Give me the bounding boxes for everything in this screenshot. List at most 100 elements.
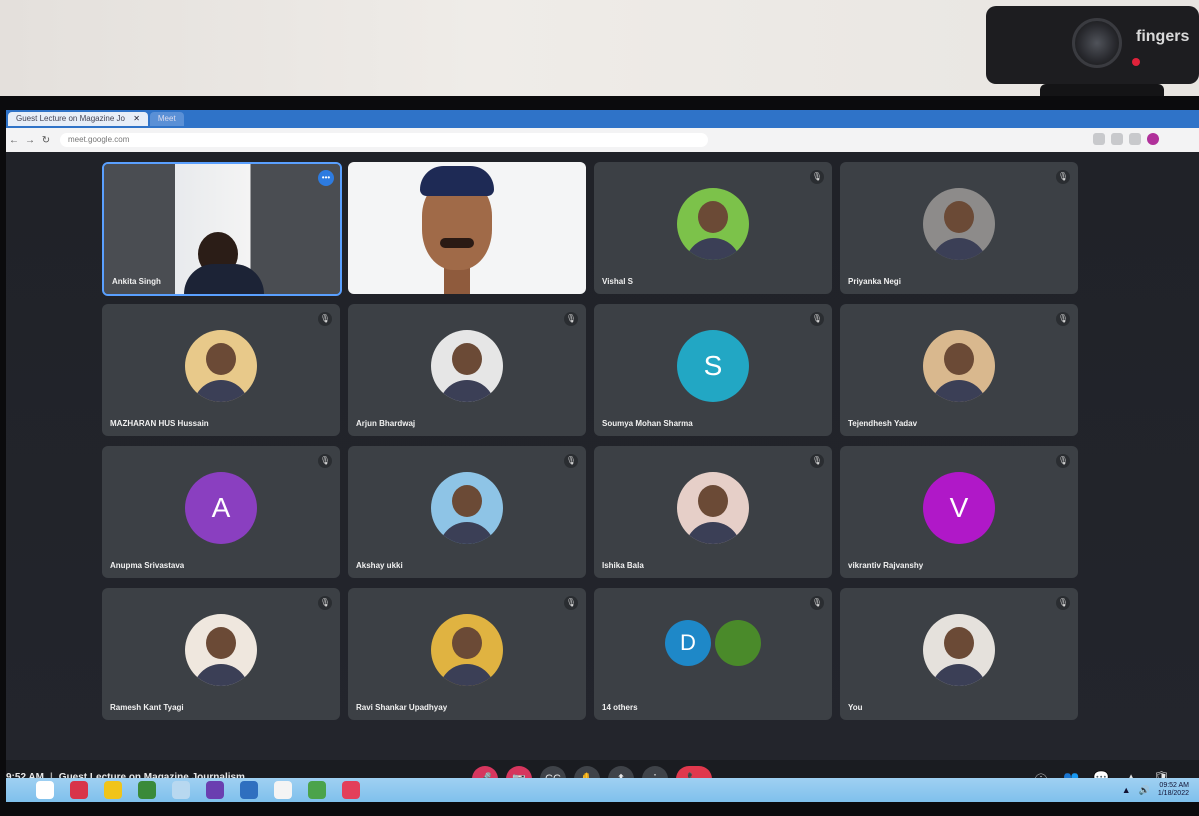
avatar-photo-head xyxy=(206,342,236,375)
avatar xyxy=(431,472,503,544)
mic-muted-icon: 🎙 xyxy=(318,596,332,610)
avatar-photo-body xyxy=(931,238,987,260)
windows-taskbar: ▲ 🔊 09:52 AM 1/18/2022 xyxy=(6,778,1199,802)
participant-tile[interactable] xyxy=(348,162,586,294)
url-field[interactable]: meet.google.com xyxy=(60,133,708,147)
mic-muted-icon: 🎙 xyxy=(810,454,824,468)
participant-name: Ravi Shankar Upadhyay xyxy=(356,703,448,712)
profile-avatar-icon[interactable] xyxy=(1147,133,1159,145)
participant-tile[interactable]: D 🎙 14 others xyxy=(594,588,832,720)
participant-tile[interactable]: V 🎙 vikrantiv Rajvanshy xyxy=(840,446,1078,578)
participant-name: Arjun Bhardwaj xyxy=(356,419,416,428)
participant-tile[interactable]: 🎙 Ravi Shankar Upadhyay xyxy=(348,588,586,720)
tab-label: Meet xyxy=(157,114,176,123)
participant-name: Akshay ukki xyxy=(356,561,403,570)
back-icon[interactable]: ← xyxy=(6,135,22,146)
volume-icon[interactable]: 🔊 xyxy=(1139,785,1150,796)
chrome-icon[interactable] xyxy=(138,781,156,799)
app-icon[interactable] xyxy=(308,781,326,799)
participant-tile[interactable]: 🎙 MAZHARAN HUS Hussain xyxy=(102,304,340,436)
avatar-photo-head xyxy=(944,342,974,375)
participant-name: MAZHARAN HUS Hussain xyxy=(110,419,209,428)
browser-tab-meeting[interactable]: Guest Lecture on Magazine Jo ✕ xyxy=(8,112,148,126)
avatar xyxy=(923,330,995,402)
app-icon[interactable] xyxy=(172,781,190,799)
participant-name: vikrantiv Rajvanshy xyxy=(848,561,924,570)
mic-muted-icon: 🎙 xyxy=(1056,170,1070,184)
browser-tab-meet[interactable]: Meet xyxy=(149,112,184,126)
mic-muted-icon: 🎙 xyxy=(810,170,824,184)
avatar: V xyxy=(923,472,995,544)
avatar-photo-head xyxy=(452,342,482,375)
mic-muted-icon: 🎙 xyxy=(1056,312,1070,326)
system-tray: ▲ 🔊 09:52 AM 1/18/2022 xyxy=(1122,782,1189,798)
avatar-photo-body xyxy=(193,664,249,686)
avatar xyxy=(923,188,995,260)
participant-tile[interactable]: 🎙 Priyanka Negi xyxy=(840,162,1078,294)
avatar-photo-body xyxy=(685,522,741,544)
app-icon[interactable] xyxy=(274,781,292,799)
participant-name: Ramesh Kant Tyagi xyxy=(110,703,184,712)
participant-hair xyxy=(420,166,494,196)
extension-icon[interactable] xyxy=(1111,133,1123,145)
meeting-area: ••• Ankita Singh 🎙 Vishal S 🎙 Priyanka Negi 🎙 M… xyxy=(6,152,1199,760)
avatar-photo-body xyxy=(193,380,249,402)
start-icon[interactable] xyxy=(36,781,54,799)
clock-time: 09:52 AM xyxy=(1159,782,1189,789)
app-icon[interactable] xyxy=(70,781,88,799)
avatar-photo-head xyxy=(452,484,482,517)
tab-label: Guest Lecture on Magazine Jo xyxy=(16,114,125,123)
forward-icon[interactable]: → xyxy=(22,135,38,146)
browser-address-bar: ← → ↻ meet.google.com xyxy=(6,128,1199,152)
mic-muted-icon: 🎙 xyxy=(564,312,578,326)
avatar: D xyxy=(665,620,711,666)
avatar-photo-head xyxy=(452,626,482,659)
close-icon[interactable]: ✕ xyxy=(133,114,140,123)
participant-tile[interactable]: 🎙 Ramesh Kant Tyagi xyxy=(102,588,340,720)
participant-tile[interactable]: A 🎙 Anupma Srivastava xyxy=(102,446,340,578)
avatar xyxy=(431,614,503,686)
wifi-icon[interactable]: ▲ xyxy=(1122,785,1131,795)
bookmark-icon[interactable] xyxy=(1129,133,1141,145)
avatar-photo-body xyxy=(931,380,987,402)
reload-icon[interactable]: ↻ xyxy=(38,135,54,146)
participant-tile[interactable]: S 🎙 Soumya Mohan Sharma xyxy=(594,304,832,436)
participant-name: Soumya Mohan Sharma xyxy=(602,419,693,428)
participant-tile[interactable]: 🎙 Vishal S xyxy=(594,162,832,294)
participant-tile[interactable]: 🎙 Akshay ukki xyxy=(348,446,586,578)
avatar xyxy=(677,472,749,544)
participant-tile[interactable]: ••• Ankita Singh xyxy=(102,162,342,296)
mic-muted-icon: 🎙 xyxy=(810,596,824,610)
avatar xyxy=(431,330,503,402)
participant-tile[interactable]: 🎙 Ishika Bala xyxy=(594,446,832,578)
webcam-led xyxy=(1132,58,1140,66)
avatar-photo-body xyxy=(931,664,987,686)
participant-name: 14 others xyxy=(602,703,638,712)
avatar: A xyxy=(185,472,257,544)
app-icon[interactable] xyxy=(342,781,360,799)
speaking-indicator-icon: ••• xyxy=(318,170,334,186)
folder-icon[interactable] xyxy=(104,781,122,799)
extension-icon[interactable] xyxy=(1093,133,1105,145)
webcam-brand: fingers xyxy=(1136,28,1190,45)
app-icon[interactable] xyxy=(206,781,224,799)
app-icon[interactable] xyxy=(240,781,258,799)
participant-tile[interactable]: 🎙 You xyxy=(840,588,1078,720)
participant-grid: ••• Ankita Singh 🎙 Vishal S 🎙 Priyanka Negi 🎙 M… xyxy=(102,162,1090,722)
participant-tile[interactable]: 🎙 Arjun Bhardwaj xyxy=(348,304,586,436)
clock[interactable]: 09:52 AM 1/18/2022 xyxy=(1158,782,1189,798)
participant-tile[interactable]: 🎙 Tejendhesh Yadav xyxy=(840,304,1078,436)
webcam-lens xyxy=(1072,18,1122,68)
mic-muted-icon: 🎙 xyxy=(318,312,332,326)
participant-name: Priyanka Negi xyxy=(848,277,901,286)
avatar-photo-body xyxy=(439,664,495,686)
browser-extension-icons xyxy=(1093,133,1159,145)
avatar-photo-head xyxy=(944,626,974,659)
participant-mustache xyxy=(440,238,474,248)
mic-muted-icon: 🎙 xyxy=(1056,596,1070,610)
avatar-photo-head xyxy=(206,626,236,659)
mic-muted-icon: 🎙 xyxy=(564,596,578,610)
mic-muted-icon: 🎙 xyxy=(564,454,578,468)
avatar-photo-head xyxy=(698,484,728,517)
mic-muted-icon: 🎙 xyxy=(318,454,332,468)
